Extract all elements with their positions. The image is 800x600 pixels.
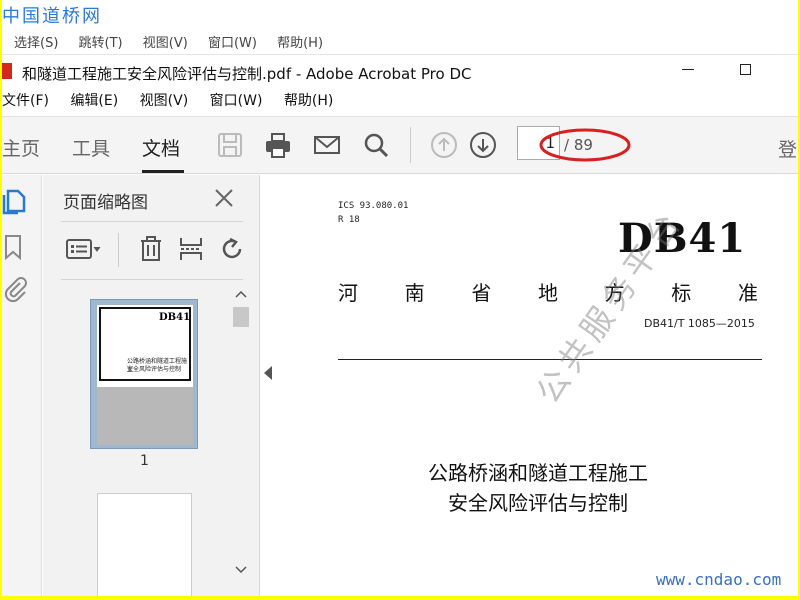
thumbnail-view-rect: DB41 公路桥涵和隧道工程施工 安全风险评估与控制 [99,307,191,381]
thumbnail-db-text: DB41 [159,312,191,323]
site-watermark-top: 中国道桥网 [2,6,102,27]
background-menu: 选择(S) 跳转(T) 视图(V) 窗口(W) 帮助(H) [14,32,339,50]
divider [61,221,243,222]
thumbnail-title-line: 安全风险评估与控制 [127,366,182,373]
maximize-button[interactable] [740,64,751,75]
tab-home[interactable]: 主页 [2,134,40,161]
menu-window[interactable]: 窗口(W) [210,90,263,110]
tab-document[interactable]: 文档 [142,134,180,161]
doc-title-line-2: 安全风险评估与控制 [448,491,628,515]
thumbnail-options-icon[interactable] [65,235,105,263]
screenshot-frame: 选择(S) 跳转(T) 视图(V) 窗口(W) 帮助(H) 和隧道工程施工安全风… [2,0,798,596]
page-thumbnail-1[interactable]: DB41 公路桥涵和隧道工程施工 安全风险评估与控制 [90,299,198,449]
doc-ics-code: ICS 93.080.01 [338,201,409,211]
active-tab-indicator [142,170,184,173]
bg-menu-item: 帮助(H) [277,36,324,50]
delete-icon[interactable] [137,235,165,263]
thumbnails-panel: 页面缩略图 DB41 公路桥涵和隧道工程施工 安全风险评估与控制 1 [43,175,260,596]
window-title: 和隧道工程施工安全风险评估与控制.pdf - Adobe Acrobat Pro… [22,65,472,83]
panel-title: 页面缩略图 [63,193,148,213]
page-thumbnails-icon[interactable] [2,187,28,215]
doc-standard-char: 南 [404,281,425,305]
print-icon[interactable] [264,131,292,159]
doc-standard-heading: 河 南 省 地 方 标 准 [338,277,758,306]
bookmarks-icon[interactable] [2,233,28,261]
email-icon[interactable] [313,131,341,159]
attachments-icon[interactable] [2,275,28,303]
site-watermark-bottom: www.cndao.com [656,570,782,589]
thumbnail-page-label: 1 [140,453,149,469]
bg-menu-item: 跳转(T) [78,36,123,50]
tab-tools[interactable]: 工具 [72,134,110,161]
doc-standard-char: 省 [471,281,492,305]
bg-menu-item: 窗口(W) [207,36,257,50]
doc-title-line-1: 公路桥涵和隧道工程施工 [428,461,648,485]
minimize-button[interactable] [682,69,694,70]
collapse-panel-icon[interactable] [264,366,272,380]
main-toolbar: 主页 工具 文档 [2,116,798,174]
menu-view[interactable]: 视图(V) [140,90,189,110]
bg-menu-item: 选择(S) [14,36,59,50]
thumbnail-lower [97,387,193,445]
thumbnail-page: DB41 公路桥涵和隧道工程施工 安全风险评估与控制 [97,305,193,445]
title-bar: 和隧道工程施工安全风险评估与控制.pdf - Adobe Acrobat Pro… [2,54,798,88]
doc-standard-char: 河 [338,281,358,305]
toolbar-separator [118,233,119,267]
thumbnail-scrollbar[interactable] [231,287,251,587]
extract-pages-icon[interactable] [177,235,205,263]
menu-file[interactable]: 文件(F) [2,90,49,110]
doc-standard-char: 地 [537,281,558,305]
doc-classification: R 18 [338,215,360,225]
divider [61,279,243,280]
page-down-icon[interactable] [469,131,497,159]
rotate-icon[interactable] [218,235,246,263]
menu-edit[interactable]: 编辑(E) [70,90,118,110]
navigation-pane [2,175,42,596]
doc-standard-char: 准 [737,281,758,305]
menu-help[interactable]: 帮助(H) [284,90,333,110]
doc-standard-char: 标 [671,281,692,305]
search-icon[interactable] [362,131,390,159]
doc-standard-number: DB41/T 1085—2015 [644,317,755,330]
scrollbar-thumb[interactable] [233,307,249,327]
annotation-ellipse [539,128,631,162]
save-icon[interactable] [216,131,244,159]
page-thumbnail-2[interactable] [97,493,192,596]
pdf-app-icon [2,63,12,79]
signin-link[interactable]: 登 [778,135,797,162]
document-view[interactable]: ICS 93.080.01 R 18 DB41 河 南 省 地 方 标 准 DB… [276,175,798,596]
menu-bar: 文件(F) 编辑(E) 视图(V) 窗口(W) 帮助(H) [2,90,350,114]
toolbar-separator [410,127,411,163]
close-icon[interactable] [213,187,235,209]
bg-menu-item: 视图(V) [142,36,188,50]
page-up-icon[interactable] [430,131,458,159]
